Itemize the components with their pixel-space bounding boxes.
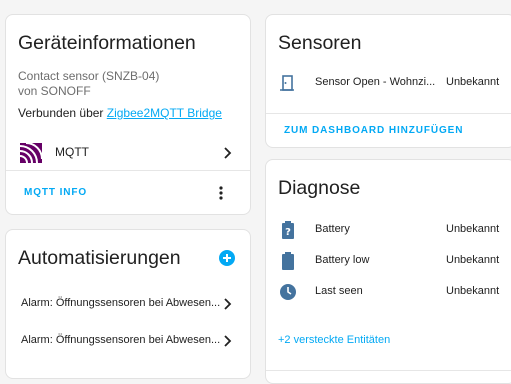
device-model: Contact sensor (SNZB-04) xyxy=(18,69,160,83)
diagnostics-card: Diagnose ? Battery Unbekannt Battery low… xyxy=(265,159,511,384)
clock-icon xyxy=(280,284,296,300)
chevron-right-icon xyxy=(224,147,232,159)
automation-item[interactable]: Alarm: Öffnungssensoren bei Abwesen... xyxy=(6,328,250,356)
chevron-right-icon xyxy=(224,335,232,347)
diagnostic-entity-state: Unbekannt xyxy=(446,223,500,235)
chevron-right-icon xyxy=(224,298,232,310)
diagnostic-entity-state: Unbekannt xyxy=(446,285,500,297)
sensor-entity-row[interactable]: Sensor Open - Wohnzi... Unbekannt xyxy=(266,71,511,95)
connected-via: Verbunden über Zigbee2MQTT Bridge xyxy=(18,106,222,120)
battery-icon xyxy=(282,252,294,270)
mqtt-info-button[interactable]: MQTT INFO xyxy=(24,187,87,198)
diagnostic-entity-name: Last seen xyxy=(315,285,363,297)
sensors-title: Sensoren xyxy=(278,32,362,54)
device-manufacturer: von SONOFF xyxy=(18,84,91,98)
sensors-card: Sensoren Sensor Open - Wohnzi... Unbekan… xyxy=(265,14,511,148)
hidden-entities-link[interactable]: +2 versteckte Entitäten xyxy=(278,334,390,346)
device-info-divider xyxy=(6,170,250,171)
mqtt-integration-row[interactable]: MQTT xyxy=(6,137,250,169)
diagnostic-entity-row[interactable]: Battery low Unbekannt xyxy=(266,249,511,273)
sensors-divider xyxy=(266,113,511,114)
zigbee2mqtt-bridge-link[interactable]: Zigbee2MQTT Bridge xyxy=(107,106,222,120)
mqtt-logo-icon xyxy=(20,143,42,163)
sensor-entity-name: Sensor Open - Wohnzi... xyxy=(315,76,436,88)
more-vert-icon[interactable] xyxy=(213,185,229,201)
diagnostic-entity-row[interactable]: Last seen Unbekannt xyxy=(266,280,511,304)
device-info-title: Geräteinformationen xyxy=(18,32,196,54)
automations-card: Automatisierungen Alarm: Öffnungssensore… xyxy=(5,229,251,379)
diagnostics-title: Diagnose xyxy=(278,177,361,199)
diagnostics-divider xyxy=(266,370,511,371)
mqtt-label: MQTT xyxy=(55,145,89,159)
automation-item[interactable]: Alarm: Öffnungssensoren bei Abwesen... xyxy=(6,290,250,318)
door-icon xyxy=(280,75,294,91)
battery-unknown-icon: ? xyxy=(282,221,294,239)
diagnostic-entity-row[interactable]: ? Battery Unbekannt xyxy=(266,218,511,242)
add-automation-icon[interactable] xyxy=(219,250,235,266)
automations-title: Automatisierungen xyxy=(18,247,181,269)
diagnostic-entity-name: Battery low xyxy=(315,254,370,266)
diagnostic-entity-state: Unbekannt xyxy=(446,254,500,266)
svg-text:?: ? xyxy=(285,227,291,238)
diagnostic-entity-name: Battery xyxy=(315,223,350,235)
sensor-entity-state: Unbekannt xyxy=(446,76,500,88)
device-info-card: Geräteinformationen Contact sensor (SNZB… xyxy=(5,14,251,215)
automation-item-label: Alarm: Öffnungssensoren bei Abwesen... xyxy=(21,297,221,309)
connected-via-label: Verbunden über xyxy=(18,106,107,120)
automation-item-label: Alarm: Öffnungssensoren bei Abwesen... xyxy=(21,334,221,346)
add-to-dashboard-button[interactable]: ZUM DASHBOARD HINZUFÜGEN xyxy=(284,125,463,136)
